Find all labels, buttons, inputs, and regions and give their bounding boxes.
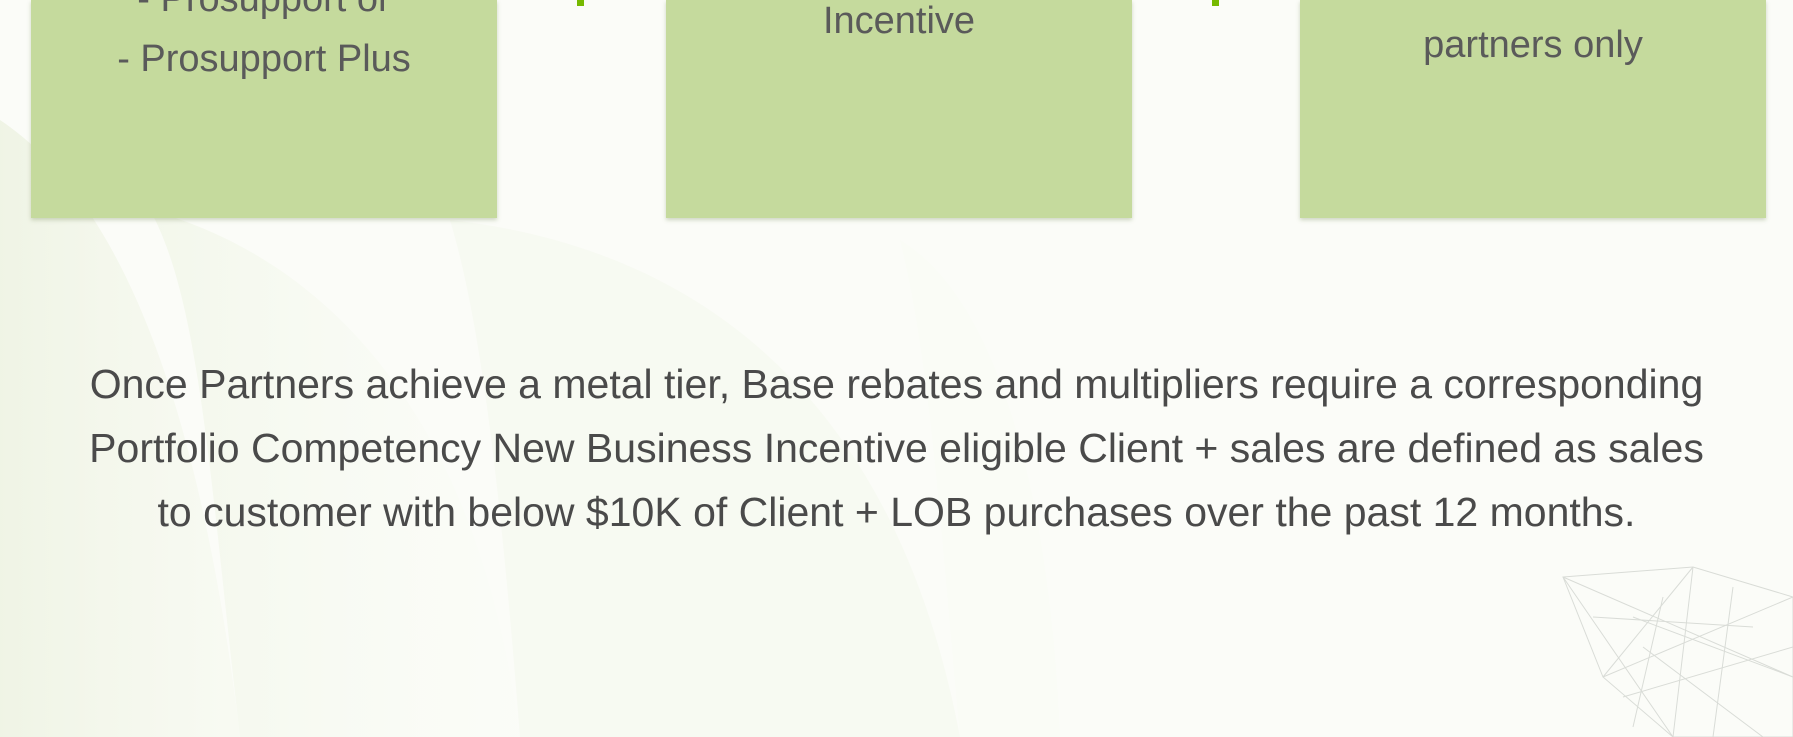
- feature-box-partners: partners only: [1300, 0, 1766, 218]
- box-text-line: - Prosupport or: [31, 0, 497, 21]
- box-text-line: - Prosupport Plus: [117, 38, 411, 80]
- description-line: Portfolio Competency New Business Incent…: [89, 425, 1704, 471]
- eligibility-description: Once Partners achieve a metal tier, Base…: [0, 352, 1793, 544]
- network-graphic: [1562, 566, 1793, 737]
- box-text-line: Incentive: [822, 0, 976, 42]
- description-line: Once Partners achieve a metal tier, Base…: [89, 361, 1704, 407]
- connector-arrow: [577, 0, 584, 6]
- feature-box-support: - Prosupport or - Prosupport Plus: [31, 0, 497, 218]
- description-line: to customer with below $10K of Client + …: [157, 489, 1636, 535]
- feature-box-incentive: Incentive: [666, 0, 1132, 218]
- box-text-line: partners only: [1423, 24, 1643, 66]
- connector-arrow: [1212, 0, 1219, 6]
